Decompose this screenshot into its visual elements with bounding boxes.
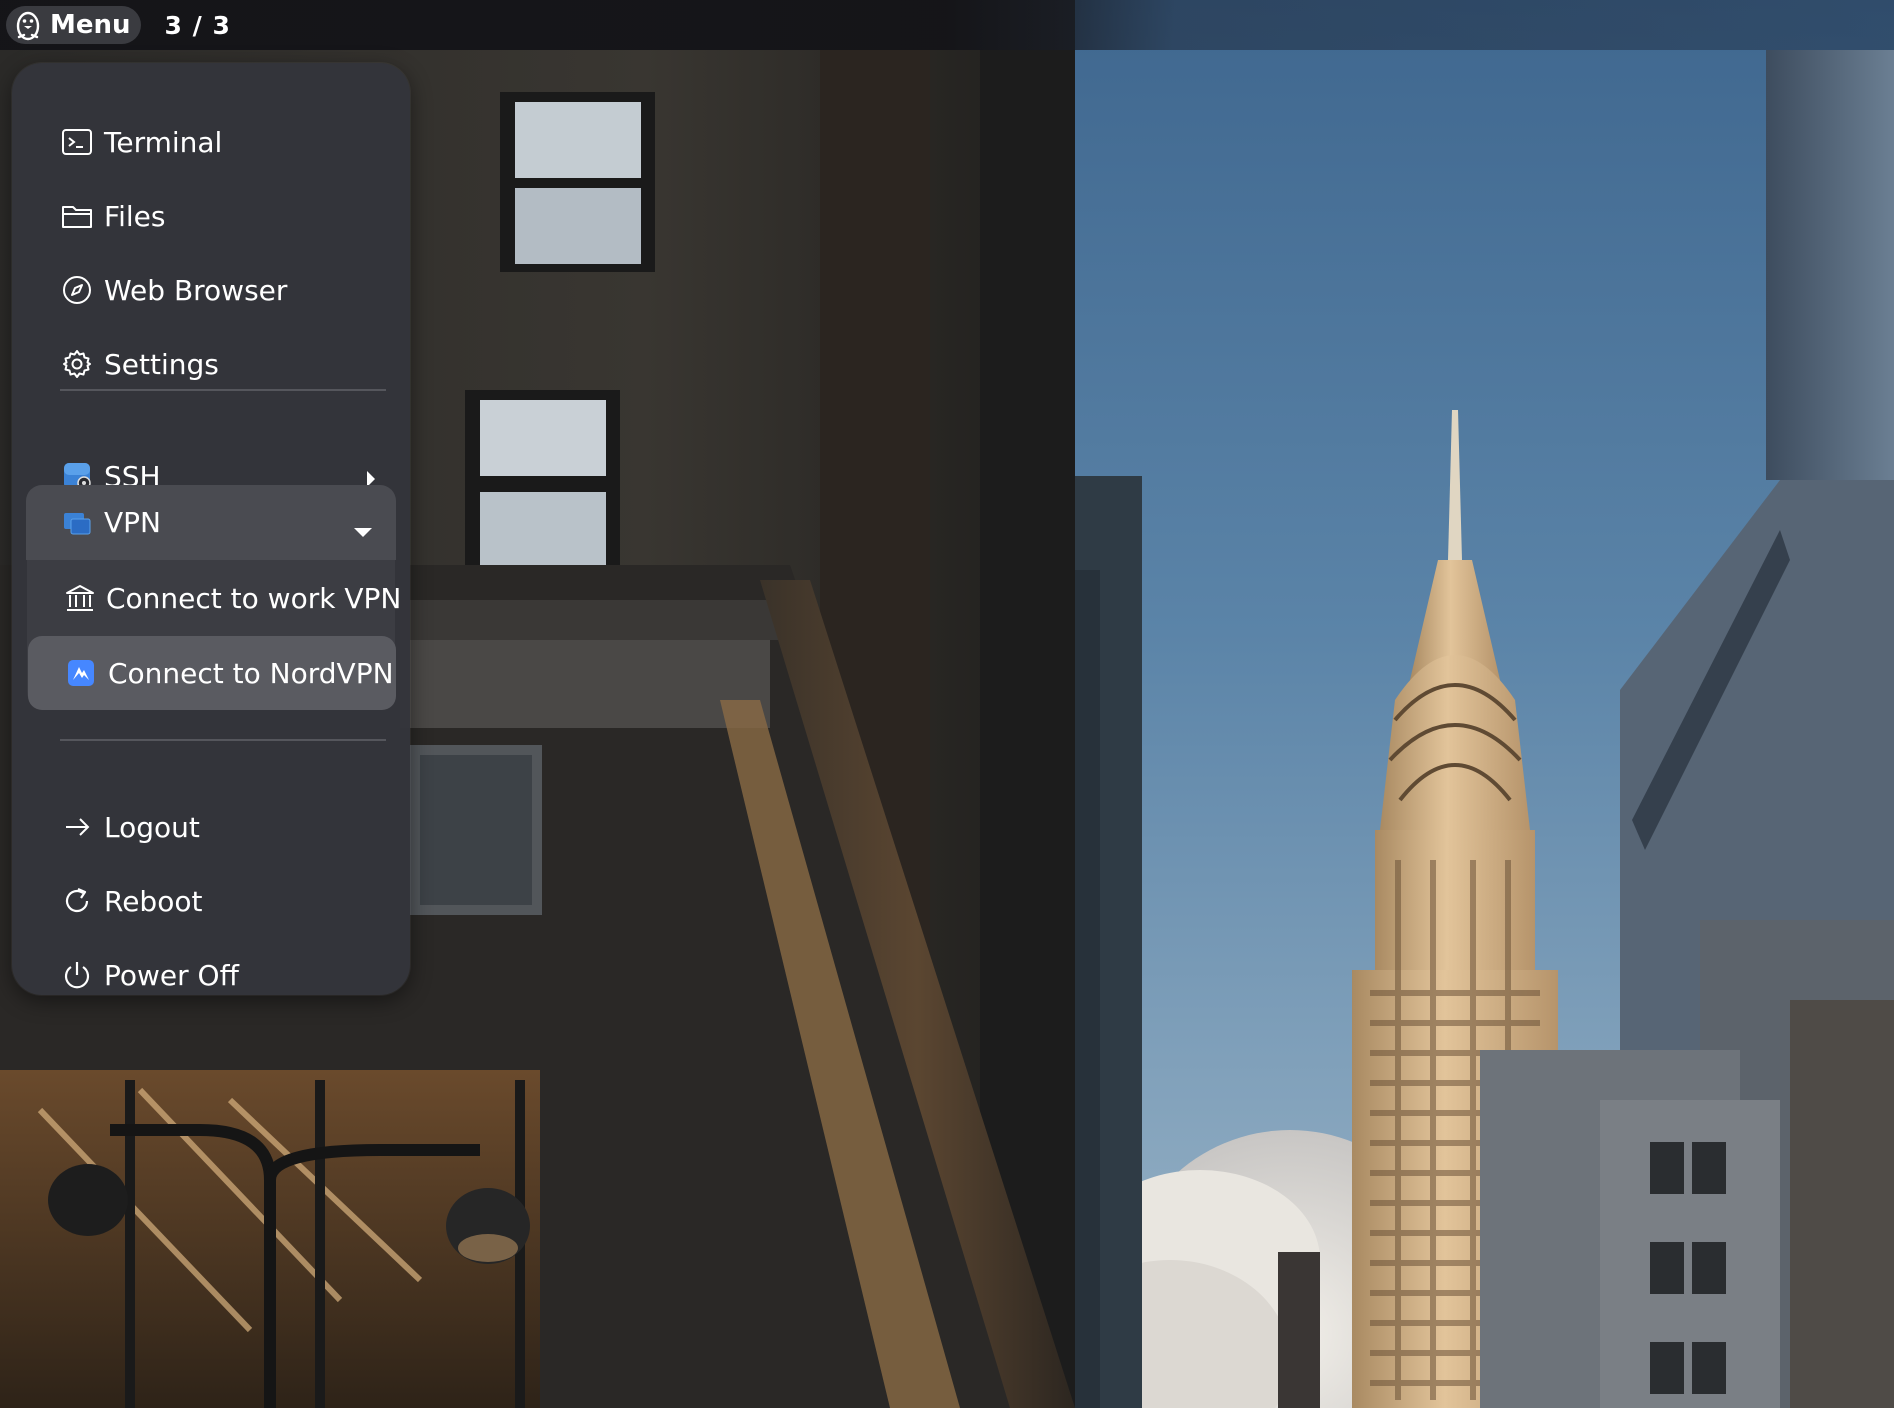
- menu-item-settings[interactable]: Settings: [26, 330, 396, 398]
- menu-item-label: Web Browser: [104, 273, 288, 307]
- menu-item-connect-nordvpn[interactable]: Connect to NordVPN: [28, 636, 396, 710]
- reboot-icon: [60, 884, 94, 918]
- menu-item-reboot[interactable]: Reboot: [26, 867, 396, 935]
- menu-item-label: Settings: [104, 347, 219, 381]
- menu-item-logout[interactable]: Logout: [26, 793, 396, 861]
- menu-item-power-off[interactable]: Power Off: [26, 941, 396, 1009]
- menu-item-label: Power Off: [104, 958, 239, 992]
- menu-item-terminal[interactable]: Terminal: [26, 108, 396, 176]
- menu-separator: [60, 739, 386, 741]
- chevron-down-icon: [352, 513, 374, 546]
- menu-item-label: Files: [104, 199, 166, 233]
- menu-button[interactable]: Menu: [6, 6, 141, 44]
- menu-label: Menu: [50, 10, 131, 40]
- menu-separator: [60, 389, 386, 391]
- power-icon: [60, 958, 94, 992]
- workspace-indicator[interactable]: 3 / 3: [165, 11, 231, 40]
- menu-item-vpn[interactable]: VPN: [26, 485, 396, 560]
- application-menu: Terminal Files Web Browser Settings SSH: [12, 63, 410, 995]
- menu-item-label: Logout: [104, 810, 200, 844]
- menu-item-files[interactable]: Files: [26, 182, 396, 250]
- building-icon: [64, 581, 96, 615]
- compass-icon: [60, 273, 94, 307]
- menu-item-label: Terminal: [104, 125, 223, 159]
- menu-item-connect-work-vpn[interactable]: Connect to work VPN: [28, 564, 401, 632]
- menu-item-web-browser[interactable]: Web Browser: [26, 256, 396, 324]
- menu-item-label: Reboot: [104, 884, 203, 918]
- vpn-icon: [60, 506, 94, 540]
- nordvpn-icon: [64, 656, 98, 690]
- arrow-right-icon: [60, 810, 94, 844]
- gear-icon: [60, 347, 94, 381]
- linux-penguin-icon: [12, 9, 44, 41]
- folder-icon: [60, 199, 94, 233]
- menu-item-label: VPN: [104, 506, 161, 539]
- menu-item-label: Connect to work VPN: [106, 581, 402, 615]
- top-panel: Menu 3 / 3: [0, 0, 1894, 50]
- terminal-icon: [60, 125, 94, 159]
- menu-item-label: Connect to NordVPN: [108, 656, 394, 690]
